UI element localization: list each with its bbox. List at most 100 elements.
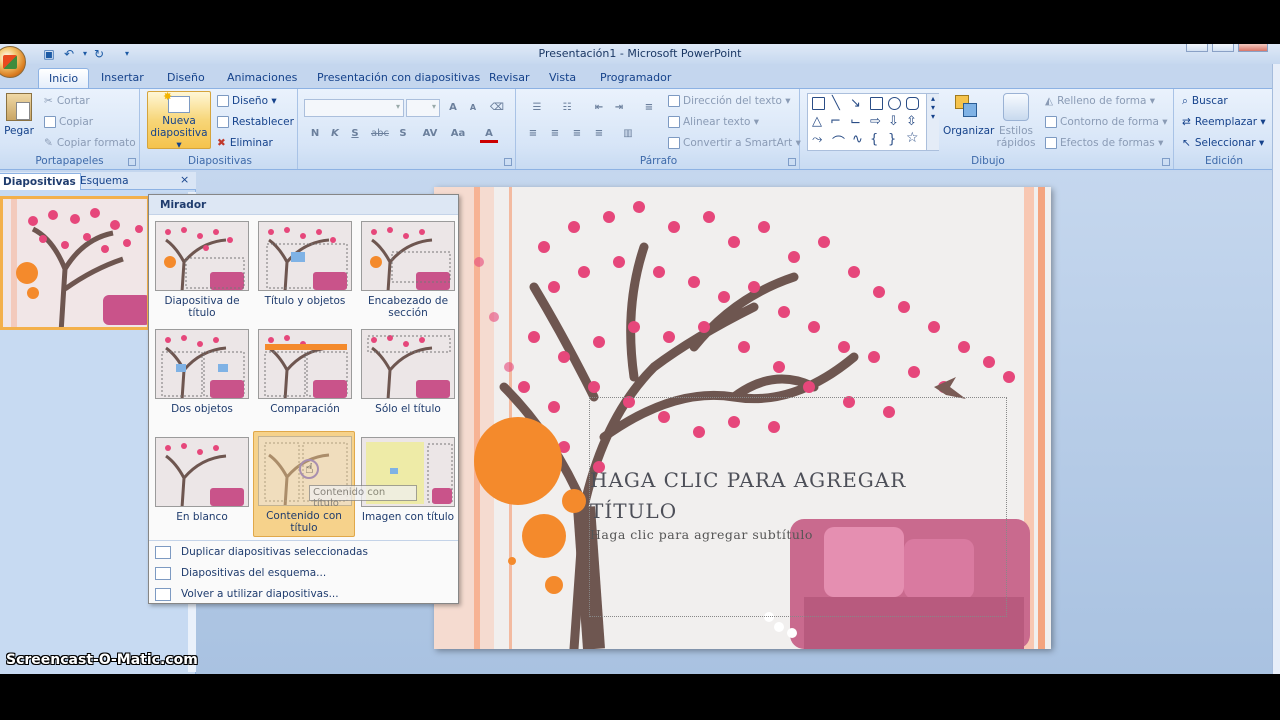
triangle-shape-icon[interactable]: △: [812, 114, 822, 129]
star-shape-icon[interactable]: ☆: [906, 130, 919, 146]
layout-title-only[interactable]: Sólo el título: [357, 325, 459, 431]
shape-outline-button[interactable]: Contorno de forma ▾: [1045, 116, 1168, 128]
paste-button[interactable]: Pegar: [2, 93, 36, 137]
vertical-scrollbar[interactable]: [1272, 64, 1280, 674]
arrange-button[interactable]: Organizar: [943, 93, 994, 137]
shrink-font-button[interactable]: A: [464, 99, 482, 117]
effects-icon: [1045, 137, 1057, 149]
duplicate-slides-item[interactable]: Duplicar diapositivas seleccionadas: [149, 543, 458, 563]
close-pane-icon[interactable]: ×: [180, 173, 189, 186]
italic-button[interactable]: K: [326, 125, 344, 143]
tab-diseno[interactable]: Diseño: [157, 68, 215, 88]
align-center-icon[interactable]: ≡: [546, 125, 564, 143]
layout-blank[interactable]: En blanco: [151, 433, 253, 539]
spacing-button[interactable]: AV: [418, 125, 442, 143]
layout-button[interactable]: Diseño ▾: [217, 95, 277, 107]
tab-vista[interactable]: Vista: [539, 68, 586, 88]
format-painter-button[interactable]: ✎ Copiar formato: [44, 137, 136, 149]
clear-format-icon[interactable]: ⌫: [488, 99, 506, 117]
grow-font-button[interactable]: A: [444, 99, 462, 117]
slide-title[interactable]: HAGA CLIC PARA AGREGAR TÍTULO: [590, 465, 920, 527]
layout-content-with-caption[interactable]: Contenido con título: [253, 431, 355, 537]
tab-programador[interactable]: Programador: [590, 68, 681, 88]
align-right-icon[interactable]: ≡: [568, 125, 586, 143]
tab-revisar[interactable]: Revisar: [479, 68, 539, 88]
elbow-connector-icon[interactable]: ⌐: [830, 114, 841, 129]
brace-right-icon[interactable]: }: [888, 132, 896, 147]
tab-inicio[interactable]: Inicio: [38, 68, 90, 88]
underline-button[interactable]: S: [346, 125, 364, 143]
brace-left-icon[interactable]: {: [870, 132, 878, 147]
drawing-launcher-icon[interactable]: [1162, 158, 1170, 166]
select-button[interactable]: ↖ Seleccionar ▾: [1182, 137, 1264, 149]
curve-shape-icon[interactable]: ∿: [852, 132, 863, 147]
decrease-indent-icon[interactable]: ⇤: [590, 99, 608, 117]
delete-slide-button[interactable]: ✖ Eliminar: [217, 137, 273, 149]
reuse-slides-item[interactable]: Volver a utilizar diapositivas...: [149, 585, 458, 605]
layout-section-header[interactable]: Encabezado de sección: [357, 217, 459, 323]
tab-esquema[interactable]: Esquema: [76, 173, 133, 190]
arrow-shape-icon[interactable]: ↘: [850, 96, 861, 111]
increase-indent-icon[interactable]: ⇥: [610, 99, 628, 117]
font-family-combo[interactable]: ▾: [304, 99, 404, 117]
change-case-button[interactable]: Aa: [446, 125, 470, 143]
layout-gallery-dropdown: Mirador Diapositiva de título Título y o…: [148, 194, 459, 604]
text-direction-button[interactable]: Dirección del texto ▾: [668, 95, 791, 107]
slides-from-outline-item[interactable]: Diapositivas del esquema...: [149, 564, 458, 584]
replace-button[interactable]: ⇄ Reemplazar ▾: [1182, 116, 1266, 128]
textbox-shape-icon[interactable]: [812, 97, 825, 110]
clipboard-launcher-icon[interactable]: [128, 158, 136, 166]
current-slide[interactable]: HAGA CLIC PARA AGREGAR TÍTULO Haga clic …: [434, 187, 1051, 649]
oval-shape-icon[interactable]: [888, 97, 901, 110]
cut-button[interactable]: ✂ Cortar: [44, 95, 90, 107]
layout-two-content[interactable]: Dos objetos: [151, 325, 253, 431]
layout-title-and-content[interactable]: Título y objetos: [254, 217, 356, 323]
numbering-icon[interactable]: ☷: [554, 99, 580, 117]
tab-insertar[interactable]: Insertar: [91, 68, 154, 88]
minimize-button[interactable]: [1186, 44, 1208, 52]
bracket-shape-icon[interactable]: ⇳: [906, 114, 917, 129]
maximize-button[interactable]: [1212, 44, 1234, 52]
freeform-shape-icon[interactable]: ⤳: [812, 132, 822, 147]
connector-icon[interactable]: ⌙: [850, 114, 861, 129]
align-text-button[interactable]: Alinear texto ▾: [668, 116, 759, 128]
columns-icon[interactable]: ▥: [616, 125, 640, 143]
quick-styles-button[interactable]: Estilos rápidos: [993, 93, 1039, 149]
shadow-button[interactable]: S: [394, 125, 412, 143]
layout-comparison[interactable]: Comparación: [254, 325, 356, 431]
justify-icon[interactable]: ≡: [590, 125, 608, 143]
tab-diapositivas[interactable]: Diapositivas: [0, 173, 81, 190]
fill-bucket-icon: ◭: [1045, 95, 1054, 107]
bullets-icon[interactable]: ☰: [524, 99, 550, 117]
strikethrough-button[interactable]: abc: [368, 125, 392, 143]
shapes-more-icon[interactable]: ▴ ▾ ▾: [926, 94, 939, 150]
reset-button[interactable]: Restablecer: [217, 116, 294, 128]
shape-effects-button[interactable]: Efectos de formas ▾: [1045, 137, 1163, 149]
font-size-combo[interactable]: ▾: [406, 99, 440, 117]
paste-icon: [6, 93, 32, 121]
line-shape-icon[interactable]: ╲: [832, 96, 840, 111]
tab-presentacion[interactable]: Presentación con diapositivas: [307, 68, 490, 88]
rectangle-shape-icon[interactable]: [870, 97, 883, 110]
slide-thumbnail-1[interactable]: [0, 196, 150, 330]
right-arrow-shape-icon[interactable]: ⇨: [870, 114, 881, 129]
copy-button[interactable]: Copiar: [44, 116, 93, 128]
smartart-button[interactable]: Convertir a SmartArt ▾: [668, 137, 801, 149]
font-launcher-icon[interactable]: [504, 158, 512, 166]
down-arrow-shape-icon[interactable]: ⇩: [888, 114, 899, 129]
line-spacing-icon[interactable]: ≡: [636, 99, 662, 117]
shape-fill-button[interactable]: ◭ Relleno de forma ▾: [1045, 95, 1155, 107]
layout-title-slide[interactable]: Diapositiva de título: [151, 217, 253, 323]
tab-animaciones[interactable]: Animaciones: [217, 68, 307, 88]
slide-subtitle[interactable]: Haga clic para agregar subtítulo: [590, 527, 890, 542]
rounded-rect-shape-icon[interactable]: [906, 97, 919, 110]
find-button[interactable]: ⌕ Buscar: [1182, 95, 1228, 108]
close-button[interactable]: [1238, 44, 1268, 52]
arc-shape-icon[interactable]: ⌒: [832, 132, 845, 151]
shapes-gallery[interactable]: ╲ ↘ △ ⌐ ⌙ ⇨ ⇩ ⇳ ⤳ ⌒ ∿ { } ☆ ▴ ▾ ▾: [807, 93, 939, 151]
align-left-icon[interactable]: ≡: [524, 125, 542, 143]
paragraph-launcher-icon[interactable]: [788, 158, 796, 166]
new-slide-button[interactable]: ✸ Nueva diapositiva ▾: [147, 91, 211, 151]
font-color-button[interactable]: A: [480, 125, 498, 143]
bold-button[interactable]: N: [306, 125, 324, 143]
